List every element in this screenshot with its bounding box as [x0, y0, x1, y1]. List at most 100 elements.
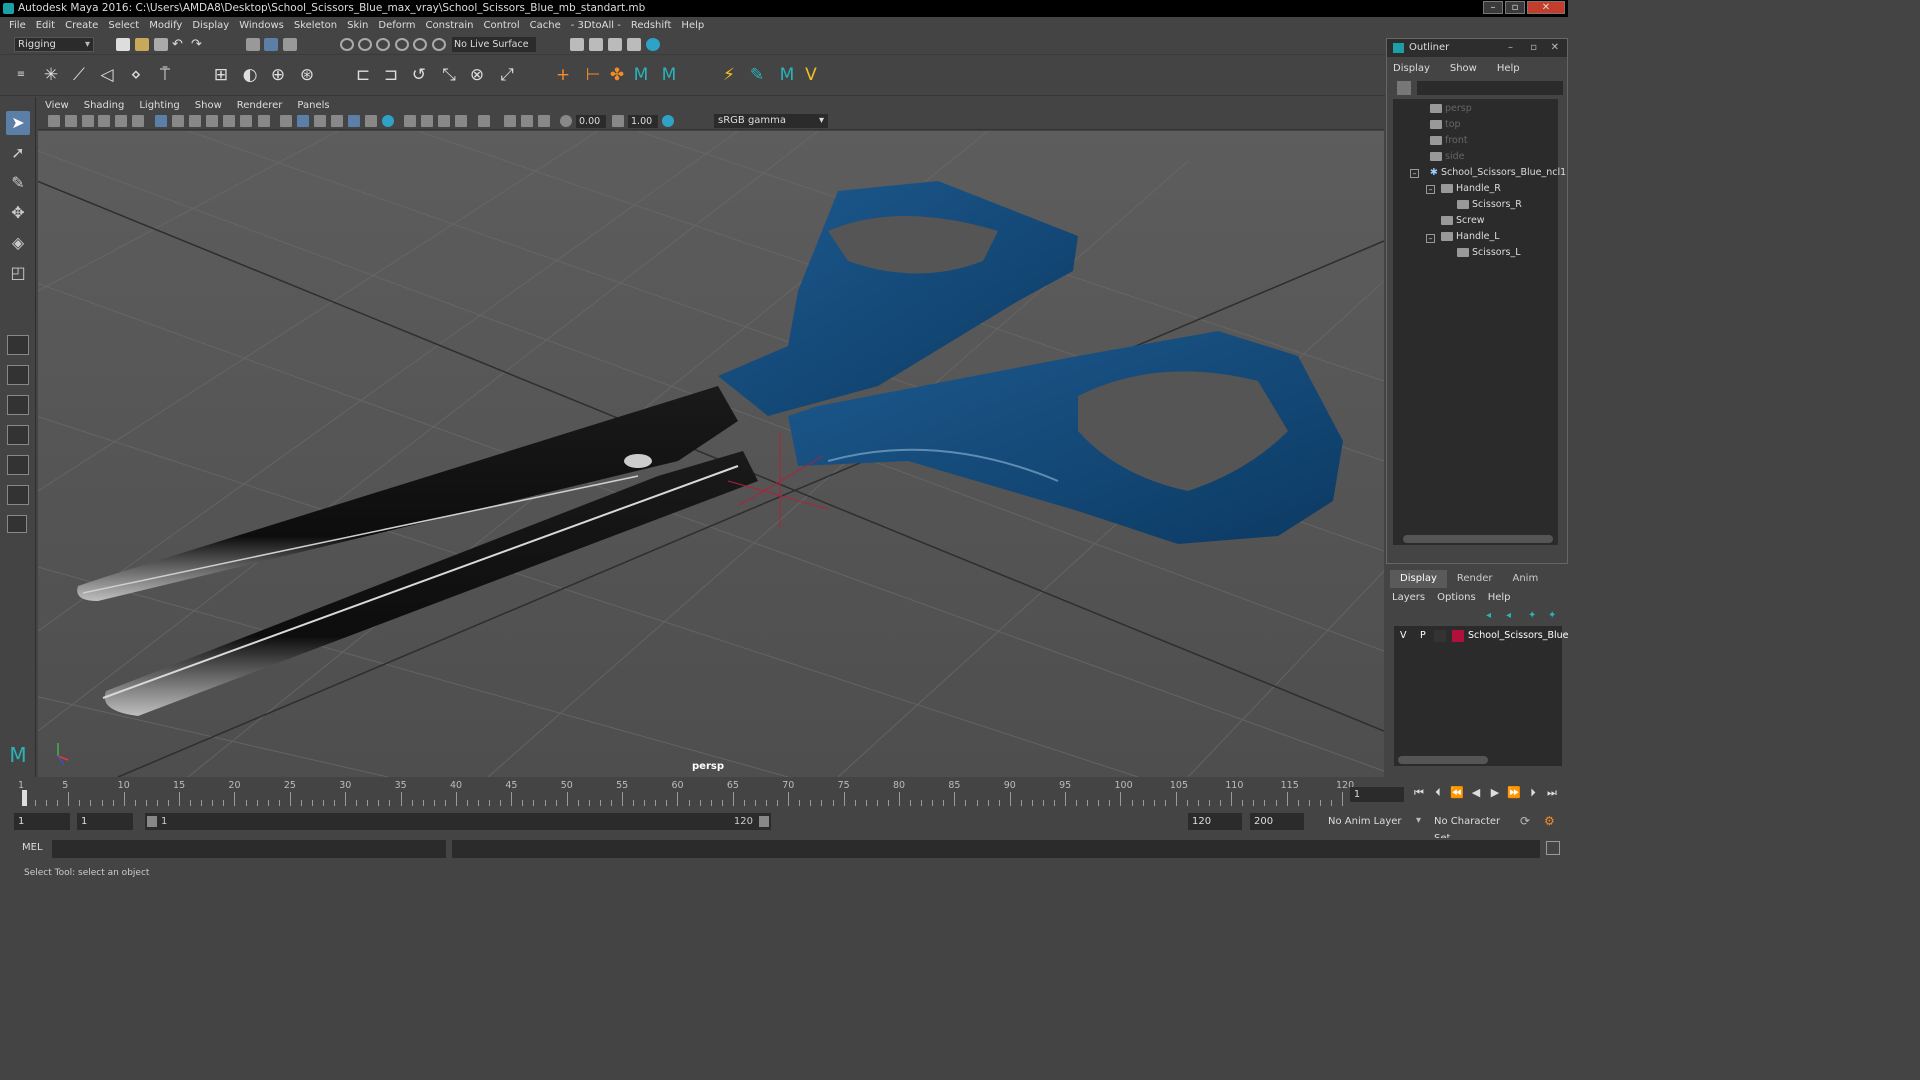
constraint-pole-icon[interactable]: ⤢ — [496, 64, 518, 86]
tab-render[interactable]: Render — [1447, 570, 1503, 588]
auto-key-icon[interactable]: ⟳ — [1520, 814, 1530, 828]
camera-attributes-icon[interactable] — [65, 115, 77, 127]
gamma-icon[interactable] — [612, 115, 624, 127]
menu-3dtoall[interactable]: - 3DtoAll - — [566, 17, 626, 35]
layer-horizontal-scrollbar[interactable] — [1398, 756, 1488, 764]
tree-item-handle-l[interactable]: Handle_L — [1441, 229, 1500, 245]
layer-color-swatch[interactable] — [1452, 630, 1464, 642]
hypershade-icon[interactable] — [646, 38, 660, 51]
frame-all-icon[interactable] — [521, 115, 533, 127]
filter-icon[interactable] — [1397, 81, 1411, 95]
close-icon[interactable]: ✕ — [1551, 39, 1559, 57]
perspective-viewport[interactable]: persp — [38, 131, 1384, 777]
tree-item-root-group[interactable]: ✱ School_Scissors_Blue_ncl1 — [1430, 165, 1566, 181]
use-all-lights-icon[interactable] — [404, 115, 416, 127]
muscle-icon[interactable]: V — [800, 64, 822, 86]
move-tool-icon[interactable]: ✥ — [6, 201, 30, 225]
joint-tool-icon[interactable]: ✳ — [40, 64, 62, 86]
field-chart-icon[interactable] — [223, 115, 235, 127]
persp-outliner-layout-icon[interactable] — [7, 395, 29, 415]
lattice-icon[interactable]: ⊕ — [267, 64, 289, 86]
menu-control[interactable]: Control — [478, 17, 524, 35]
safe-action-icon[interactable] — [240, 115, 252, 127]
constraint-aim-icon[interactable]: ⊗ — [466, 64, 488, 86]
select-tool-icon[interactable]: ➤ — [6, 111, 30, 135]
safe-title-icon[interactable] — [258, 115, 270, 127]
maximize-icon[interactable]: ▫ — [1530, 39, 1537, 57]
color-management-icon[interactable] — [662, 115, 674, 127]
playback-end-field[interactable]: 120 — [1188, 813, 1242, 830]
persp-graph-layout-icon[interactable] — [7, 425, 29, 445]
step-back-frame-icon[interactable]: ⏴ — [1431, 786, 1445, 800]
scale-tool-icon[interactable]: ◰ — [6, 261, 30, 285]
outliner-horizontal-scrollbar[interactable] — [1403, 535, 1553, 543]
grid-icon[interactable] — [155, 115, 167, 127]
collapse-icon[interactable]: – — [1426, 234, 1435, 243]
layer-row[interactable]: V P School_Scissors_Blue — [1394, 628, 1569, 644]
menu-cache[interactable]: Cache — [525, 17, 566, 35]
range-start-handle[interactable] — [147, 816, 157, 827]
tree-item-handle-r[interactable]: Handle_R — [1441, 181, 1501, 197]
viewport-menu-lighting[interactable]: Lighting — [132, 98, 187, 113]
play-backwards-icon[interactable]: ◀ — [1469, 786, 1483, 800]
ipr-render-icon[interactable] — [608, 38, 622, 51]
bookmarks-icon[interactable] — [82, 115, 94, 127]
menu-create[interactable]: Create — [60, 17, 103, 35]
menu-constrain[interactable]: Constrain — [421, 17, 479, 35]
open-scene-icon[interactable] — [135, 38, 149, 51]
tree-item-top[interactable]: top — [1430, 117, 1461, 133]
collapse-icon[interactable]: – — [1426, 185, 1435, 194]
select-object-icon[interactable] — [264, 38, 278, 51]
go-to-end-icon[interactable]: ⏭ — [1545, 786, 1559, 800]
tree-item-scissors-l[interactable]: Scissors_L — [1457, 245, 1521, 261]
viewport-menu-renderer[interactable]: Renderer — [230, 98, 291, 113]
go-to-start-icon[interactable]: ⏮ — [1412, 786, 1426, 800]
paint-weights-icon[interactable]: ◐ — [239, 64, 261, 86]
wireframe-icon[interactable] — [280, 115, 292, 127]
range-end-handle[interactable] — [759, 816, 769, 827]
character-set-dropdown[interactable]: No Character Set — [1430, 813, 1516, 844]
xray-joints-icon[interactable] — [365, 115, 377, 127]
display-type-toggle[interactable] — [1434, 630, 1446, 642]
play-forwards-icon[interactable]: ▶ — [1488, 786, 1502, 800]
mirror-joint-icon[interactable]: ◁ — [96, 64, 118, 86]
frame-selected-icon[interactable] — [538, 115, 550, 127]
outliner-search-input[interactable] — [1417, 81, 1563, 95]
range-slider[interactable]: 1 120 — [145, 813, 771, 830]
playback-toggle[interactable]: P — [1420, 628, 1426, 644]
grease-pencil-icon[interactable] — [132, 115, 144, 127]
minimize-button[interactable]: – — [1483, 1, 1503, 14]
2d-pan-zoom-icon[interactable] — [115, 115, 127, 127]
ik-handle-icon[interactable]: ⍑ — [154, 64, 176, 86]
resolution-gate-icon[interactable] — [189, 115, 201, 127]
hypershade-layout-icon[interactable] — [7, 455, 29, 475]
animation-start-field[interactable]: 1 — [14, 813, 70, 830]
paint-select-icon[interactable]: ✎ — [6, 171, 30, 195]
minimize-icon[interactable]: – — [1508, 39, 1513, 57]
hik-character-icon[interactable]: M — [658, 64, 680, 86]
create-ik-icon[interactable]: ⊢ — [582, 64, 604, 86]
step-back-key-icon[interactable]: ⏪ — [1450, 786, 1464, 800]
paint-skin-icon[interactable]: ✎ — [746, 64, 768, 86]
viewport-menu-show[interactable]: Show — [188, 98, 230, 113]
textured-icon[interactable] — [382, 115, 394, 127]
hud-icon[interactable] — [504, 115, 516, 127]
menu-edit[interactable]: Edit — [31, 17, 60, 35]
step-forward-key-icon[interactable]: ⏩ — [1507, 786, 1521, 800]
select-camera-icon[interactable] — [48, 115, 60, 127]
gamma-field[interactable]: 1.00 — [628, 115, 658, 128]
new-empty-layer-icon[interactable]: ✦ — [1528, 610, 1536, 621]
smooth-shade-icon[interactable] — [297, 115, 309, 127]
close-button[interactable]: ✕ — [1527, 1, 1565, 14]
hik-icon[interactable]: M — [630, 64, 652, 86]
four-view-layout-icon[interactable] — [7, 365, 29, 385]
new-scene-icon[interactable] — [116, 38, 130, 51]
menu-redshift[interactable]: Redshift — [626, 17, 677, 35]
insert-joint-icon[interactable]: ⟋ — [68, 64, 90, 86]
snap-view-icon[interactable] — [395, 38, 409, 51]
orient-joint-icon[interactable]: ⋄ — [125, 64, 147, 86]
exposure-icon[interactable] — [560, 115, 572, 127]
menu-skin[interactable]: Skin — [342, 17, 373, 35]
move-layer-down-icon[interactable]: ◂ — [1506, 610, 1511, 621]
viewport-menu-shading[interactable]: Shading — [77, 98, 133, 113]
